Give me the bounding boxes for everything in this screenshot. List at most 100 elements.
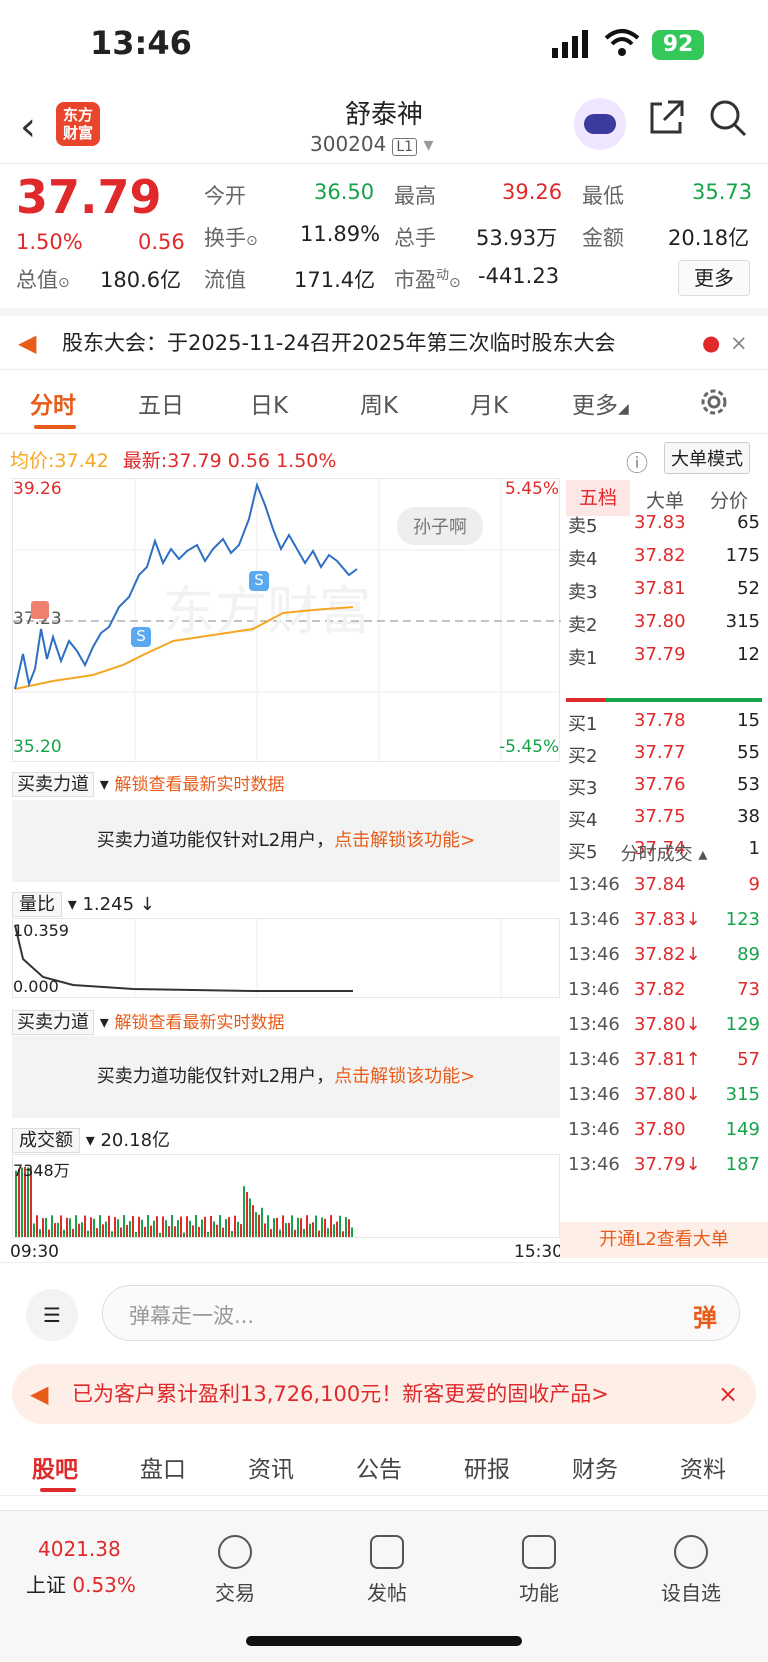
volume-ratio-chart: 10.359 0.000	[12, 918, 560, 999]
danmaku-input[interactable]: 弹幕走一波... 弹	[102, 1285, 740, 1341]
l2-lock-box[interactable]: 买卖力道功能仅针对L2用户，点击解锁该功能>	[12, 1036, 560, 1118]
float-value: 171.4亿	[294, 268, 376, 292]
notice-bar[interactable]: ◀ 股东大会：于2025-11-24召开2025年第三次临时股东大会 ● ×	[0, 308, 768, 370]
danmaku-settings-icon[interactable]: ☰	[26, 1289, 78, 1341]
function-button[interactable]: 功能	[494, 1535, 584, 1606]
change-amount: 0.56	[138, 230, 185, 254]
tab-news[interactable]: 资讯	[248, 1450, 294, 1484]
tab-forum[interactable]: 股吧	[32, 1450, 78, 1484]
tab-five-day[interactable]: 五日	[138, 386, 184, 420]
big-order-mode-button[interactable]: 大单模式	[664, 442, 750, 474]
close-icon[interactable]: ×	[718, 1364, 738, 1424]
sell-marker-icon[interactable]: S	[249, 571, 269, 591]
help-icon[interactable]: ⓘ	[626, 446, 648, 478]
ratio-top: 10.359	[13, 921, 69, 940]
intraday-chart[interactable]: 东方财富 39.26 35.20 5.45% -5.45% 37.23 孙子啊 …	[12, 478, 561, 763]
trades-title[interactable]: 分时成交 ▴	[560, 840, 768, 866]
open-l2-button[interactable]: 开通L2查看大单	[560, 1222, 768, 1258]
more-button[interactable]: 更多	[678, 260, 750, 296]
trade-row: 13:46 37.79↓ 187	[568, 1154, 760, 1175]
tab-intraday[interactable]: 分时	[30, 386, 76, 420]
promo-banner[interactable]: ◀ 已为客户累计盈利13,726,100元！新客更爱的固收产品> ×	[12, 1364, 756, 1424]
float-label: 流值	[204, 268, 246, 292]
add-watchlist-button[interactable]: 设自选	[646, 1535, 736, 1606]
stock-code[interactable]: 300204 L1 ▾	[310, 132, 433, 156]
tab-handicap[interactable]: 盘口	[140, 1450, 186, 1484]
trade-row: 13:46 37.80↓ 129	[568, 1014, 760, 1035]
pe-value: -441.23	[478, 264, 560, 288]
ask-row: 卖2 37.80 315	[568, 611, 760, 636]
notice-text: 股东大会：于2025-11-24召开2025年第三次临时股东大会	[62, 331, 616, 355]
watermark: 东方财富	[163, 582, 371, 642]
battery-indicator: 92	[652, 30, 704, 60]
mcap-value: 180.6亿	[100, 268, 182, 292]
ask-row: 卖1 37.79 12	[568, 644, 760, 669]
tab-big-order[interactable]: 大单	[646, 486, 684, 513]
post-button[interactable]: 发帖	[342, 1535, 432, 1606]
close-icon[interactable]: ×	[730, 316, 748, 370]
bid-row: 买1 37.78 15	[568, 710, 760, 735]
settings-gear-icon[interactable]	[698, 386, 730, 418]
tab-underline	[34, 425, 76, 429]
buy-marker-icon[interactable]	[31, 601, 49, 619]
l2-lock-box[interactable]: 买卖力道功能仅针对L2用户，点击解锁该功能>	[12, 800, 560, 882]
tab-underline	[40, 1488, 76, 1492]
bid-ask-bar	[566, 698, 762, 702]
bid-row: 买4 37.75 38	[568, 806, 760, 831]
share-icon[interactable]	[648, 98, 686, 136]
tab-weekly-k[interactable]: 周K	[360, 386, 398, 420]
tab-monthly-k[interactable]: 月K	[470, 386, 508, 420]
index-value[interactable]: 4021.38	[38, 1537, 121, 1561]
bid-row: 买2 37.77 55	[568, 742, 760, 767]
amount-bar-chart: 7348万	[12, 1154, 560, 1238]
search-icon[interactable]	[708, 98, 748, 138]
tab-more[interactable]: 更多◢	[572, 386, 629, 420]
axis-top-price: 39.26	[13, 479, 62, 499]
trade-row: 13:46 37.84 9	[568, 874, 760, 895]
open-label: 今开	[204, 184, 246, 208]
assistant-avatar-icon[interactable]	[574, 98, 626, 150]
trade-row: 13:46 37.82↓ 89	[568, 944, 760, 965]
tab-announcements[interactable]: 公告	[356, 1450, 402, 1484]
sell-marker-icon[interactable]: S	[131, 627, 151, 647]
home-indicator	[246, 1636, 522, 1646]
high-value: 39.26	[502, 180, 563, 204]
tab-price-dist[interactable]: 分价	[710, 486, 748, 513]
danmaku-placeholder: 弹幕走一波...	[129, 1304, 255, 1328]
level-badge: L1	[392, 138, 418, 156]
danmaku-send-button[interactable]: 弹	[693, 1298, 717, 1333]
quote-panel: 37.79 1.50% 0.56 今开 36.50 最高 39.26 最低 35…	[0, 164, 768, 308]
mcap-label[interactable]: 总值⊙	[16, 264, 70, 294]
trade-row: 13:46 37.80 149	[568, 1119, 760, 1140]
ratio-selector[interactable]: 量比 ▾ 1.245 ↓	[12, 890, 155, 917]
grid-icon	[522, 1535, 556, 1569]
trade-row: 13:46 37.83↓ 123	[568, 909, 760, 930]
indicator-selector-1[interactable]: 买卖力道 ▾ 解锁查看最新实时数据	[12, 770, 284, 797]
tab-research[interactable]: 研报	[464, 1450, 510, 1484]
turnover-label[interactable]: 换手⊙	[204, 222, 258, 252]
chart-tabs: 分时 五日 日K 周K 月K 更多◢	[0, 370, 768, 434]
time-start: 09:30	[10, 1242, 59, 1262]
tab-profile[interactable]: 资料	[680, 1450, 726, 1484]
low-value: 35.73	[692, 180, 753, 204]
user-danmaku[interactable]: 孙子啊	[397, 507, 483, 545]
indicator-selector-2[interactable]: 买卖力道 ▾ 解锁查看最新实时数据	[12, 1008, 284, 1035]
index-label[interactable]: 上证 0.53%	[26, 1569, 136, 1598]
ratio-bottom: 0.000	[13, 977, 59, 996]
stock-header: ‹ 东方财富 舒泰神 300204 L1 ▾	[0, 90, 768, 164]
high-label: 最高	[394, 184, 436, 208]
unread-dot-icon: ●	[702, 331, 721, 355]
signal-icon	[552, 30, 588, 58]
amount-selector[interactable]: 成交额 ▾ 20.18亿	[12, 1126, 170, 1153]
axis-bottom-percent: -5.45%	[499, 737, 560, 757]
last-price: 37.79	[16, 170, 162, 224]
avg-price-row: 均价:37.42 最新:37.79 0.56 1.50%	[10, 450, 337, 472]
change-percent: 1.50%	[16, 230, 83, 254]
tab-daily-k[interactable]: 日K	[250, 386, 288, 420]
axis-top-percent: 5.45%	[505, 479, 560, 499]
tab-five-level[interactable]: 五档	[566, 480, 630, 516]
tab-finance[interactable]: 财务	[572, 1450, 618, 1484]
pe-label[interactable]: 市盈动⊙	[394, 264, 461, 294]
trade-button[interactable]: 交易	[190, 1535, 280, 1606]
trade-row: 13:46 37.81↑ 57	[568, 1049, 760, 1070]
